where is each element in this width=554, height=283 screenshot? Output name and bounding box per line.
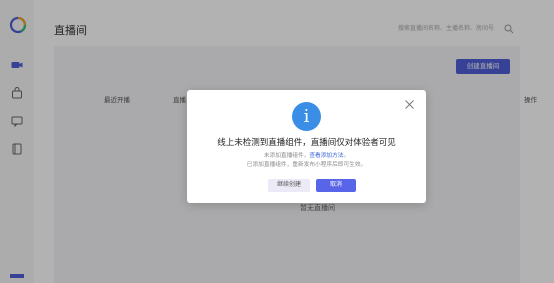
dialog-description-1: 未添加直播组件，查看添加方法。 — [187, 150, 426, 159]
cancel-button[interactable]: 取消 — [316, 179, 356, 192]
dialog-title: 线上未检测到直播组件，直播间仅对体验者可见 — [217, 137, 396, 147]
warning-dialog: i 线上未检测到直播组件，直播间仅对体验者可见 未添加直播组件，查看添加方法。 … — [187, 90, 426, 203]
info-icon: i — [292, 102, 321, 131]
continue-create-button[interactable]: 继续创建 — [268, 179, 310, 192]
dialog-description-2: 已添加直播组件，重新发布小程序后即可生效。 — [246, 162, 367, 168]
close-icon[interactable] — [405, 100, 414, 109]
